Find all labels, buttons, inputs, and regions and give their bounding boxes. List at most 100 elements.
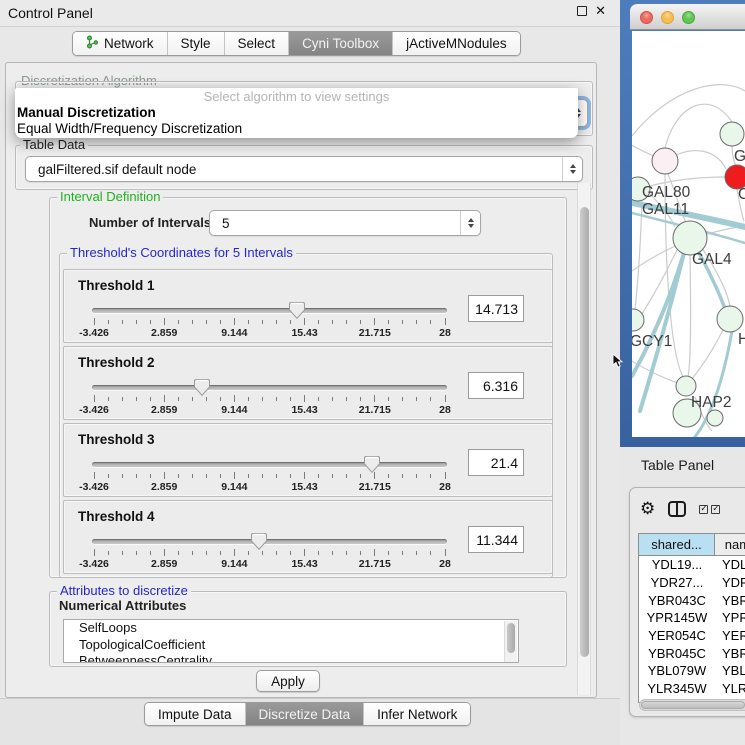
bottom-tab-bar: Impute Data Discretize Data Infer Network [144, 702, 471, 726]
tab-select[interactable]: Select [224, 32, 289, 55]
column-header-shared-name[interactable]: shared... [639, 534, 715, 555]
threshold-value-field[interactable] [468, 295, 524, 322]
app-screen: Control Panel ✕ NetworkStyleSelectCyni T… [0, 0, 745, 745]
threshold-card-1: Threshold 1-3.4262.8599.14415.4321.71528 [63, 269, 553, 343]
tab-network[interactable]: Network [73, 32, 167, 55]
tab-label: Discretize Data [259, 707, 351, 722]
algorithm-option-equal-width[interactable]: Equal Width/Frequency Discretization [15, 121, 578, 137]
number-of-intervals-value: 5 [222, 216, 230, 231]
tab-infer-network[interactable]: Infer Network [363, 703, 470, 725]
slider-ticks [94, 395, 445, 403]
table-row[interactable]: YBR043CYBR0 [639, 591, 745, 609]
cell-name: YPR1 [715, 609, 745, 627]
tab-style[interactable]: Style [167, 32, 224, 55]
network-window-titlebar[interactable] [630, 4, 745, 30]
panel-scrollbar[interactable] [577, 183, 591, 695]
interval-definition-group-label: Interval Definition [57, 190, 163, 204]
close-light[interactable] [640, 11, 653, 24]
cell-shared-name: YBL079W [639, 662, 715, 680]
number-of-intervals-combo[interactable]: 5 [209, 210, 481, 236]
threshold-slider[interactable] [92, 308, 447, 313]
threshold-slider[interactable] [92, 462, 447, 467]
threshold-title: Threshold 2 [78, 355, 155, 370]
tab-jactivemnodules[interactable]: jActiveMNodules [392, 32, 520, 55]
network-canvas[interactable]: GAL80GACGAL11GAL4GCY1HHAP2 [632, 31, 745, 437]
checkbox-checked-icon[interactable] [699, 505, 708, 514]
threshold-value-field[interactable] [468, 449, 524, 476]
cell-name: YBR0 [715, 644, 745, 662]
tab-impute-data[interactable]: Impute Data [145, 703, 245, 725]
threshold-title: Threshold 1 [78, 278, 155, 293]
threshold-slider[interactable] [92, 539, 447, 544]
cell-name: YDR2 [715, 574, 745, 592]
cell-name: YDL1 [715, 556, 745, 574]
apply-button[interactable]: Apply [256, 670, 320, 692]
split-table-icon[interactable] [668, 501, 686, 517]
table-row[interactable]: YBR045CYBR0 [639, 644, 745, 662]
node-table[interactable]: shared... name YDL19...YDL1YDR27...YDR2Y… [638, 533, 745, 703]
number-of-intervals-label: Number of Intervals [86, 216, 214, 230]
cell-name: YBR0 [715, 591, 745, 609]
table-row[interactable]: YPR145WYPR1 [639, 609, 745, 627]
attribute-list-item[interactable]: TopologicalCoefficient [64, 637, 518, 654]
table-scrollbar-thumb[interactable] [641, 701, 745, 709]
table-data-combo[interactable]: galFiltered.sif default node [25, 156, 583, 182]
threshold-value-field[interactable] [468, 526, 524, 553]
node-bottom-small[interactable] [707, 410, 723, 426]
table-row[interactable]: YDL19...YDL1 [639, 556, 745, 574]
zoom-light[interactable] [682, 11, 695, 24]
cell-name: YER0 [715, 627, 745, 645]
cell-shared-name: YPR145W [639, 609, 715, 627]
close-icon[interactable]: ✕ [595, 6, 606, 16]
checkbox-checked-icon[interactable] [711, 505, 720, 514]
attributes-group-label: Attributes to discretize [57, 584, 191, 598]
column-header-name[interactable]: name [715, 534, 745, 555]
node-hap2[interactable] [676, 376, 696, 396]
table-panel-toolbar: ⚙ [640, 496, 720, 522]
node-label-gal4: GAL4 [692, 251, 732, 268]
network-graph: GAL80GACGAL11GAL4GCY1HHAP2 [632, 31, 745, 437]
gear-icon[interactable]: ⚙ [640, 499, 655, 519]
node-label-ga: GA [734, 148, 745, 165]
node-label-gal80: GAL80 [642, 184, 691, 201]
minimize-light[interactable] [661, 11, 674, 24]
threshold-value-field[interactable] [468, 372, 524, 399]
attributes-list-scrollbar[interactable] [504, 621, 517, 663]
threshold-card-4: Threshold 4-3.4262.8599.14415.4321.71528 [63, 500, 553, 574]
table-horizontal-scrollbar[interactable] [639, 699, 745, 711]
table-row[interactable]: YER054CYER0 [639, 627, 745, 645]
node-gal80[interactable] [652, 148, 678, 174]
threshold-slider[interactable] [92, 385, 447, 390]
combo-stepper-icon [460, 211, 480, 235]
panel-scrollbar-thumb[interactable] [580, 207, 589, 657]
cell-shared-name: YER054C [639, 627, 715, 645]
attribute-list-item[interactable]: BetweennessCentrality [64, 653, 518, 663]
cell-shared-name: YDL19... [639, 556, 715, 574]
combo-stepper-icon [562, 157, 582, 181]
tab-label: Infer Network [377, 707, 457, 722]
control-panel-title: Control Panel [8, 5, 93, 21]
node-h[interactable] [717, 306, 743, 332]
float-window-icon[interactable] [577, 6, 587, 16]
algorithm-option-manual[interactable]: Manual Discretization [15, 105, 578, 121]
table-row[interactable]: YBL079WYBL0 [639, 662, 745, 680]
node-label-c: C [738, 186, 745, 203]
node-label-h: H [738, 331, 745, 348]
node-gcy1[interactable] [632, 309, 644, 331]
slider-ticks [94, 318, 445, 326]
algorithm-popup: Select algorithm to view settings Manual… [15, 88, 578, 138]
thresholds-group-label: Threshold's Coordinates for 5 Intervals [67, 246, 296, 260]
tab-discretize-data[interactable]: Discretize Data [245, 703, 364, 725]
cell-shared-name: YLR345W [639, 680, 715, 698]
table-row[interactable]: YDR27...YDR2 [639, 574, 745, 592]
threshold-title: Threshold 4 [78, 509, 155, 524]
table-data-group-label: Table Data [20, 138, 88, 152]
threshold-card-3: Threshold 3-3.4262.8599.14415.4321.71528 [63, 423, 553, 497]
tab-cyni-toolbox[interactable]: Cyni Toolbox [288, 32, 392, 55]
numerical-attributes-list[interactable]: SelfLoopsTopologicalCoefficientBetweenne… [63, 619, 519, 663]
node-gal4[interactable] [673, 221, 707, 255]
threshold-card-2: Threshold 2-3.4262.8599.14415.4321.71528 [63, 346, 553, 420]
table-row[interactable]: YLR345WYLR3 [639, 680, 745, 698]
attribute-list-item[interactable]: SelfLoops [64, 620, 518, 637]
node-top-right[interactable] [720, 122, 744, 146]
